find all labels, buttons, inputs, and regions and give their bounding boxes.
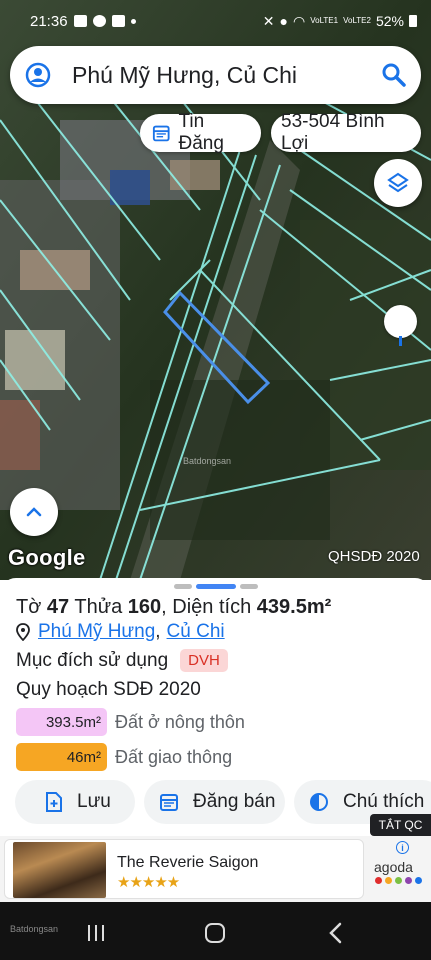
search-icon[interactable] [381,62,407,88]
contrast-icon [310,793,328,811]
legend-label: Chú thích [343,791,425,812]
recent-apps-icon[interactable] [86,924,106,942]
system-nav-bar: Batdongsan [0,902,431,960]
status-time: 21:36 [30,12,68,30]
notification-dot-icon [130,18,136,24]
home-icon[interactable] [205,923,225,943]
location-line: Phú Mỹ Hưng , Củ Chi [16,621,225,643]
hotel-thumbnail [13,842,106,898]
handle-center [196,584,236,589]
agoda-dots [375,877,422,884]
save-button[interactable]: Lưu [15,780,135,824]
zone-label: Đất giao thông [115,746,233,767]
carrier2-label: VoLTE2 [343,16,371,25]
back-icon[interactable] [328,922,344,944]
handle-right [240,584,258,589]
gallery-icon [73,15,87,27]
to-label: Tờ [16,596,42,618]
land-code-label: 53-504 Bình Lợi [281,111,385,154]
post-for-sale-label: Đăng bán [193,791,276,812]
zone-label: Đất ở nông thôn [115,711,245,732]
layers-button[interactable] [374,159,422,207]
map-marker[interactable] [384,305,417,338]
search-bar[interactable]: Phú Mỹ Hưng, Củ Chi [10,46,421,104]
area-value: 439.5m² [256,596,332,618]
layers-icon [387,172,409,193]
close-ad-button[interactable]: TẮT QC [370,814,431,836]
wifi-icon: ◠ [293,12,306,29]
map-watermark: Batdongsan [183,456,232,466]
location-pin-icon [16,623,30,641]
tin-dang-label: Tin Đăng [178,111,224,154]
tin-dang-chip[interactable]: Tin Đăng [140,111,261,154]
search-query[interactable]: Phú Mỹ Hưng, Củ Chi [72,62,381,89]
zone-area-badge: 393.5m² [16,708,107,736]
hotel-rating: ★★★★★ [117,874,180,891]
land-code-chip[interactable]: 53-504 Bình Lợi [271,111,421,154]
battery-icon [409,15,417,27]
thua-value: 160 [127,596,162,618]
account-icon[interactable] [24,61,52,89]
ad-info-icon[interactable]: i [396,841,409,854]
ad-banner[interactable]: The Reverie Saigon ★★★★★ i agoda [0,836,431,902]
zone-row: 393.5m² Đất ở nông thôn [16,708,245,736]
carrier1-label: VoLTE1 [310,16,339,25]
google-logo: Google [8,545,86,570]
facebook-icon [92,15,106,27]
chevron-up-icon [26,507,42,517]
map-view[interactable]: Batdongsan Phú Mỹ Hưng, Củ Chi Tin Đăng … [0,0,431,580]
nav-watermark: Batdongsan [10,924,59,934]
purpose-line: Mục đích sử dụng DVH [16,649,228,672]
agoda-logo: i agoda [372,839,428,899]
location-icon: ● [279,13,288,29]
status-bar: 21:36 ✕ ● ◠ VoLTE1 VoLTE2 52% [0,0,431,42]
to-value: 47 [46,596,70,618]
parcel-info-sheet[interactable]: Tờ 47 Thửa 160, Diện tích 439.5m² Phú Mỹ… [0,578,431,838]
purpose-code-badge: DVH [180,649,228,672]
sheet-handle[interactable] [174,584,258,589]
calendar-icon [160,794,178,811]
calendar-icon [152,125,170,142]
district-link[interactable]: Củ Chi [167,621,225,643]
commune-link[interactable]: Phú Mỹ Hưng [38,621,155,643]
plan-label: Quy hoạch SDĐ 2020 [16,679,201,700]
post-for-sale-button[interactable]: Đăng bán [144,780,285,824]
gmail-icon [111,15,125,27]
agoda-wordmark: agoda [374,859,413,875]
add-file-icon [46,792,62,812]
area-label: , Diện tích [161,596,252,618]
battery-percent: 52% [375,13,404,29]
mute-icon: ✕ [262,12,275,29]
hotel-name: The Reverie Saigon [117,854,259,871]
map-layer-label: QHSDĐ 2020 [328,548,420,565]
zone-row: 46m² Đất giao thông [16,743,232,771]
location-separator: , [155,621,161,642]
ad-card[interactable]: The Reverie Saigon ★★★★★ [4,839,364,899]
save-label: Lưu [77,791,111,812]
parcel-title: Tờ 47 Thửa 160, Diện tích 439.5m² [16,596,331,619]
handle-left [174,584,192,589]
map-marker-stem [399,336,402,346]
purpose-label: Mục đích sử dụng [16,649,169,671]
expand-up-button[interactable] [10,488,58,536]
thua-label: Thửa [74,596,123,618]
zone-area-badge: 46m² [16,743,107,771]
